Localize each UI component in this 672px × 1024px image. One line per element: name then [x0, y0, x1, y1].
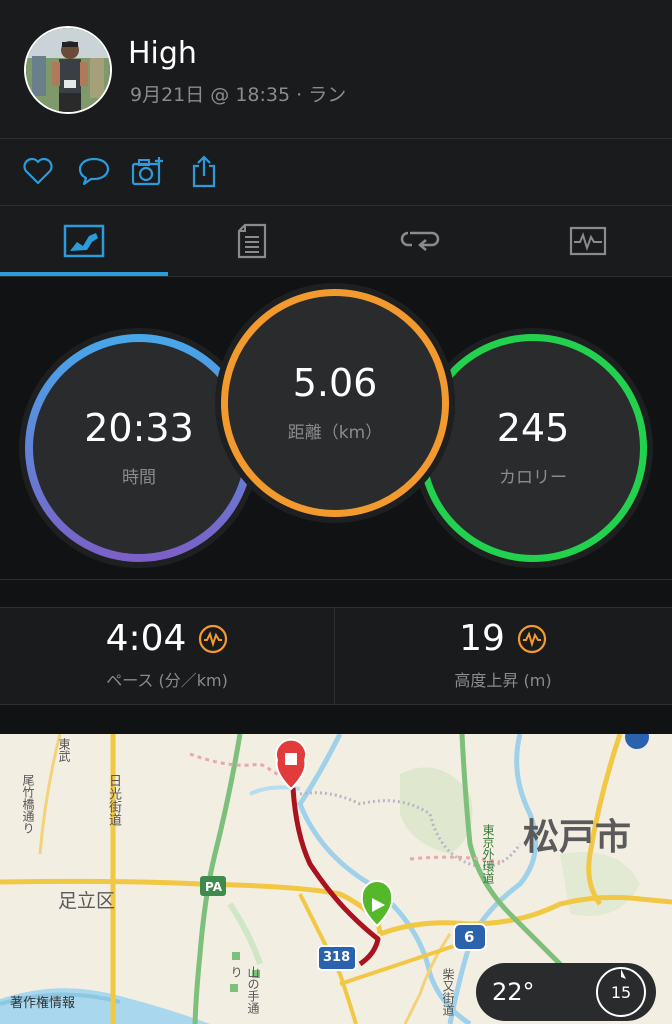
distance-ring: 5.06 距離（km） — [221, 289, 449, 517]
activity-title: High — [128, 36, 197, 71]
pace-chart-icon — [199, 624, 228, 654]
tab-details[interactable] — [168, 206, 336, 276]
road-yamanote-label: 山の手通り — [229, 966, 260, 1014]
copyright-link[interactable]: 著作権情報 — [10, 992, 75, 1011]
divider — [0, 579, 672, 580]
pa-label: PA — [205, 880, 222, 894]
tab-overview[interactable] — [0, 206, 168, 276]
like-icon[interactable] — [18, 151, 58, 191]
elevation-value: 19 — [459, 618, 505, 659]
pace-value: 4:04 — [105, 618, 187, 659]
pace-stat[interactable]: 4:04 ペース (分／km) — [0, 608, 334, 704]
calories-value: 245 — [496, 405, 570, 450]
road-ogi-label: 尾竹橋通り — [21, 774, 35, 834]
time-value: 20:33 — [84, 405, 194, 450]
laps-icon — [400, 231, 440, 251]
stats-divider — [334, 608, 335, 704]
calories-ring: 245 カロリー — [419, 334, 647, 562]
weather-badge[interactable]: 22° 15 — [476, 963, 656, 1021]
road-higashi-label: 東武 — [57, 738, 71, 762]
tab-laps[interactable] — [336, 206, 504, 276]
wind-direction-icon — [621, 969, 626, 979]
divider — [0, 704, 672, 705]
details-icon — [237, 223, 267, 259]
calories-label: カロリー — [499, 467, 567, 488]
route-318-label: 318 — [323, 950, 351, 965]
tab-charts[interactable] — [504, 206, 672, 276]
share-icon[interactable] — [184, 151, 224, 191]
route-6-label: 6 — [464, 928, 475, 946]
overview-icon — [63, 224, 105, 258]
distance-label: 距離（km） — [287, 422, 383, 443]
road-nikko-label: 日光街道 — [106, 774, 121, 826]
road-gaikan-label: 東京外環道 — [481, 824, 495, 884]
activity-meta: 9月21日 @ 18:35 · ラン — [130, 84, 347, 106]
pace-label: ペース (分／km) — [106, 671, 228, 690]
time-label: 時間 — [122, 467, 156, 488]
avatar[interactable] — [24, 26, 112, 114]
comment-icon[interactable] — [74, 151, 114, 191]
ward-label: 足立区 — [58, 890, 116, 912]
charts-icon — [569, 226, 607, 256]
distance-value: 5.06 — [292, 360, 378, 405]
city-label: 松戸市 — [523, 817, 632, 858]
elevation-chart-icon — [517, 624, 547, 654]
wind-dial: 15 — [596, 967, 646, 1017]
add-photo-icon[interactable] — [128, 151, 168, 191]
road-shibamata-label: 柴又街道 — [441, 968, 455, 1016]
time-ring: 20:33 時間 — [25, 334, 253, 562]
elevation-stat[interactable]: 19 高度上昇 (m) — [336, 608, 670, 704]
elevation-label: 高度上昇 (m) — [454, 671, 552, 690]
temperature-value: 22° — [492, 978, 535, 1006]
